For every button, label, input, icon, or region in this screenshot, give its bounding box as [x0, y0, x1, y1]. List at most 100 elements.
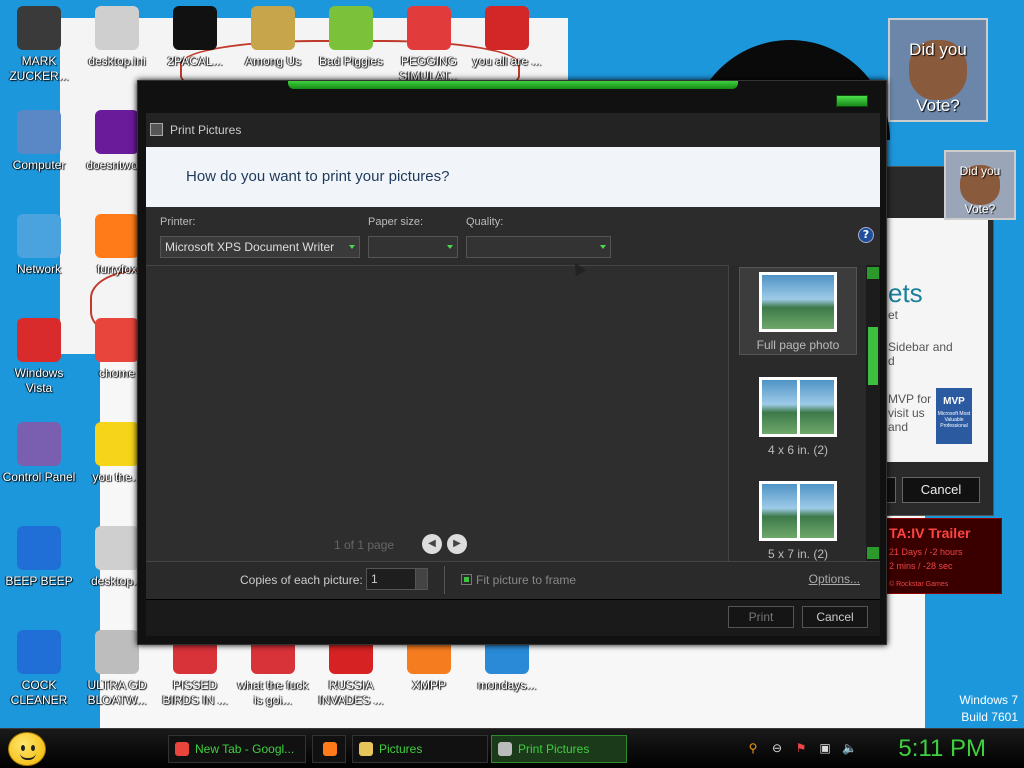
copies-row: Copies of each picture: 1 Fit picture to…: [146, 561, 880, 599]
start-button[interactable]: [8, 732, 46, 766]
landscape-photo-icon: [762, 275, 834, 329]
print-options-row: Printer: Microsoft XPS Document Writer P…: [146, 207, 880, 265]
desktop-icon[interactable]: MARK ZUCKER...: [0, 6, 78, 84]
layout-option[interactable]: 4 x 6 in. (2): [739, 373, 857, 459]
layout-scrollbar[interactable]: [866, 265, 880, 561]
desktop-icon-label: RUSSIA INVADES ...: [318, 678, 384, 707]
desktop-icon-label: XMPP: [411, 678, 446, 692]
desktop-icon-label: Among Us: [244, 54, 302, 68]
desktop-icon-label: PISSED BIRDS IN ...: [162, 678, 228, 707]
desktop-icon-label: Bad Piggies: [318, 54, 384, 68]
control-panel-icon: [17, 422, 61, 466]
layout-option[interactable]: Full page photo: [739, 267, 857, 355]
desktop-icon[interactable]: you all are ...: [468, 6, 546, 69]
dialog-body: Print Pictures How do you want to print …: [146, 113, 880, 636]
page-counter: 1 of 1 page: [334, 538, 395, 552]
previous-page-button[interactable]: ◀: [422, 534, 442, 554]
recycle-bin-icon: [17, 318, 61, 362]
did-you-vote-gadget-small[interactable]: Did you Vote?: [944, 150, 1016, 220]
network-icon[interactable]: ▣: [818, 741, 832, 755]
task-label: Pictures: [379, 742, 423, 756]
gadget-text-line: MVP for: [888, 392, 932, 406]
desktop-icon-label: MARK ZUCKER...: [9, 54, 69, 83]
gta-copyright: © Rockstar Games: [889, 581, 949, 588]
taskbar-chrome-new-tab[interactable]: New Tab - Googl...: [168, 735, 306, 763]
desktop-icon-label: you all are ...: [472, 54, 542, 68]
gadget-cancel-button[interactable]: Cancel: [902, 477, 980, 503]
bad-piggies-icon: [329, 6, 373, 50]
dev-cpp-icon: [485, 6, 529, 50]
paper-size-select[interactable]: [368, 236, 458, 258]
print-pictures-dialog: Print Pictures How do you want to print …: [137, 80, 887, 645]
yahoo-icon: [95, 110, 139, 154]
disc-icon: [95, 630, 139, 674]
help-icon[interactable]: ?: [858, 227, 874, 243]
close-button[interactable]: [836, 95, 868, 107]
gadget-text-bottom: Vote?: [916, 96, 960, 115]
settings-file-icon: [95, 526, 139, 570]
copies-stepper[interactable]: [415, 569, 427, 589]
desktop-icon-label: desktop.ini: [88, 54, 146, 68]
desktop-icon[interactable]: Network: [0, 214, 78, 277]
gadget-text-bottom: Vote?: [964, 202, 996, 216]
quality-select[interactable]: [466, 236, 611, 258]
desktop-icon[interactable]: PEGGING SIMULAT...: [390, 6, 468, 84]
copies-input[interactable]: 1: [366, 568, 428, 590]
firefox-icon: [95, 214, 139, 258]
gadget-window-content: ets et Sidebar and d MVP for visit us an…: [886, 218, 988, 462]
smiley-mouth: [20, 753, 36, 760]
desktop-icon[interactable]: Windows Vista: [0, 318, 78, 396]
chevron-down-icon: [349, 245, 355, 249]
did-you-vote-gadget[interactable]: Did you Vote?: [888, 18, 988, 122]
desktop-icon-label: Computer: [12, 158, 66, 172]
taskbar-firefox[interactable]: [312, 735, 346, 763]
action-center-flag-icon[interactable]: ⚑: [794, 741, 808, 755]
desktop-icon[interactable]: COCK CLEANER: [0, 630, 78, 708]
os-name: Windows 7: [959, 693, 1018, 707]
next-page-button[interactable]: ▶: [447, 534, 467, 554]
desktop-icon-label: Windows Vista: [14, 366, 64, 395]
cancel-button[interactable]: Cancel: [802, 606, 868, 628]
desktop-icon-label: mondays...: [477, 678, 537, 692]
minus-icon[interactable]: ⊖: [770, 741, 784, 755]
layout-list: Full page photo 4 x 6 in. (2) 5 x 7 in. (2…: [728, 265, 866, 561]
fit-picture-checkbox[interactable]: [461, 574, 472, 585]
dialog-title: Print Pictures: [170, 123, 242, 137]
layout-option[interactable]: 5 x 7 in. (2): [739, 477, 857, 561]
gta-countdown-line: 2 mins / -28 sec: [889, 561, 953, 571]
desktop-icon[interactable]: BEEP BEEP: [0, 526, 78, 589]
build-number: Build 7601: [961, 710, 1018, 724]
scroll-up-arrow[interactable]: [867, 267, 879, 279]
taskbar-pictures[interactable]: Pictures: [352, 735, 488, 763]
landscape-photo-icon: [799, 484, 834, 538]
desktop-icon[interactable]: Control Panel: [0, 422, 78, 485]
clock[interactable]: 5:11 PM: [898, 733, 986, 765]
print-button[interactable]: Print: [728, 606, 794, 628]
printer-select[interactable]: Microsoft XPS Document Writer: [160, 236, 360, 258]
search-icon[interactable]: ⚲: [746, 741, 760, 755]
gadget-text-line: d: [888, 354, 895, 368]
taskbar-print-pictures[interactable]: Print Pictures: [491, 735, 627, 763]
options-link[interactable]: Options...: [809, 572, 860, 586]
desktop-icon[interactable]: Bad Piggies: [312, 6, 390, 69]
desktop-icon-label: Control Panel: [2, 470, 76, 484]
mvp-badge-icon: MVP Microsoft Most Valuable Professional: [936, 388, 972, 444]
firefox-icon: [323, 742, 337, 756]
volume-icon[interactable]: 🔈: [842, 741, 857, 755]
desktop-icon[interactable]: Among Us: [234, 6, 312, 69]
desktop-icon[interactable]: desktop.ini: [78, 6, 156, 69]
scroll-down-arrow[interactable]: [867, 547, 879, 559]
folder-icon: [359, 742, 373, 756]
dialog-titlebar: Print Pictures: [146, 113, 880, 147]
gadget-text-line: and: [888, 420, 909, 434]
among-us-icon: [251, 6, 295, 50]
task-label: New Tab - Googl...: [195, 742, 295, 756]
network-icon: [17, 214, 61, 258]
scrollbar-thumb[interactable]: [868, 327, 878, 385]
desktop-icon[interactable]: 2PACAL...: [156, 6, 234, 69]
gta-countdown-gadget[interactable]: TA:IV Trailer 21 Days / -2 hours 2 mins …: [880, 518, 1002, 594]
desktop-icon[interactable]: Computer: [0, 110, 78, 173]
computer-icon: [17, 110, 61, 154]
paper-size-label: Paper size:: [368, 216, 424, 228]
printer-icon: [150, 123, 163, 136]
